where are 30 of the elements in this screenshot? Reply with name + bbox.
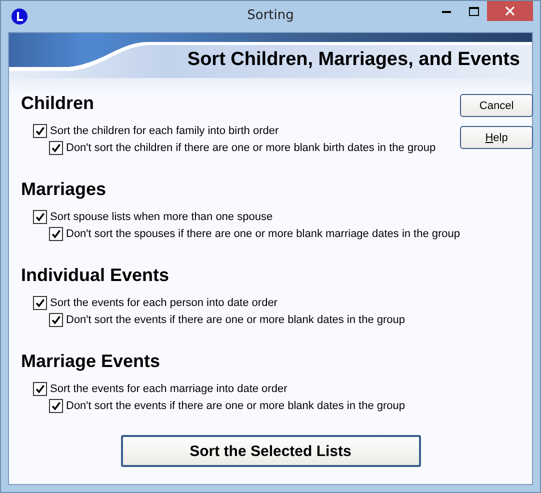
checkbox-label: Sort the children for each family into birth order: [50, 124, 279, 136]
checkbox-label: Don't sort the events if there are one or more blank dates in the group: [66, 314, 406, 326]
section-heading: Individual Events: [21, 264, 170, 287]
app-logo-icon: [11, 8, 28, 25]
checkbox-label: Sort the events for each person into date order: [50, 296, 278, 308]
checkbox-label: Sort spouse lists when more than one spouse: [50, 210, 273, 222]
section-heading: Marriages: [21, 178, 108, 201]
close-button[interactable]: [487, 1, 533, 21]
maximize-icon: [468, 6, 478, 16]
cancel-button[interactable]: Cancel: [460, 94, 534, 117]
close-icon: [505, 6, 515, 16]
checkbox[interactable]: [49, 226, 63, 240]
checkbox[interactable]: [33, 296, 47, 310]
section-heading: Children: [21, 92, 96, 115]
checkbox[interactable]: [49, 140, 63, 154]
checkbox-label: Don't sort the events if there are one or more blank dates in the group: [66, 400, 406, 412]
minimize-icon: [442, 10, 451, 12]
checkbox[interactable]: [49, 312, 63, 326]
checkbox-label: Don't sort the children if there are one or more blank birth dates in the group: [66, 142, 436, 154]
banner-title: Sort Children, Marriages, and Events: [187, 49, 520, 71]
checkbox[interactable]: [49, 398, 63, 412]
checkbox[interactable]: [33, 124, 47, 138]
checkbox[interactable]: [33, 382, 47, 396]
window-title: Sorting: [247, 8, 294, 23]
checkbox-label: Sort the events for each marriage into date order: [50, 382, 288, 394]
help-button[interactable]: Help: [460, 126, 534, 149]
sort-button[interactable]: Sort the Selected Lists: [120, 435, 420, 467]
checkbox[interactable]: [33, 210, 47, 224]
checkbox-label: Don't sort the spouses if there are one or more blank marriage dates in the group: [66, 228, 460, 240]
section-heading: Marriage Events: [21, 350, 162, 373]
